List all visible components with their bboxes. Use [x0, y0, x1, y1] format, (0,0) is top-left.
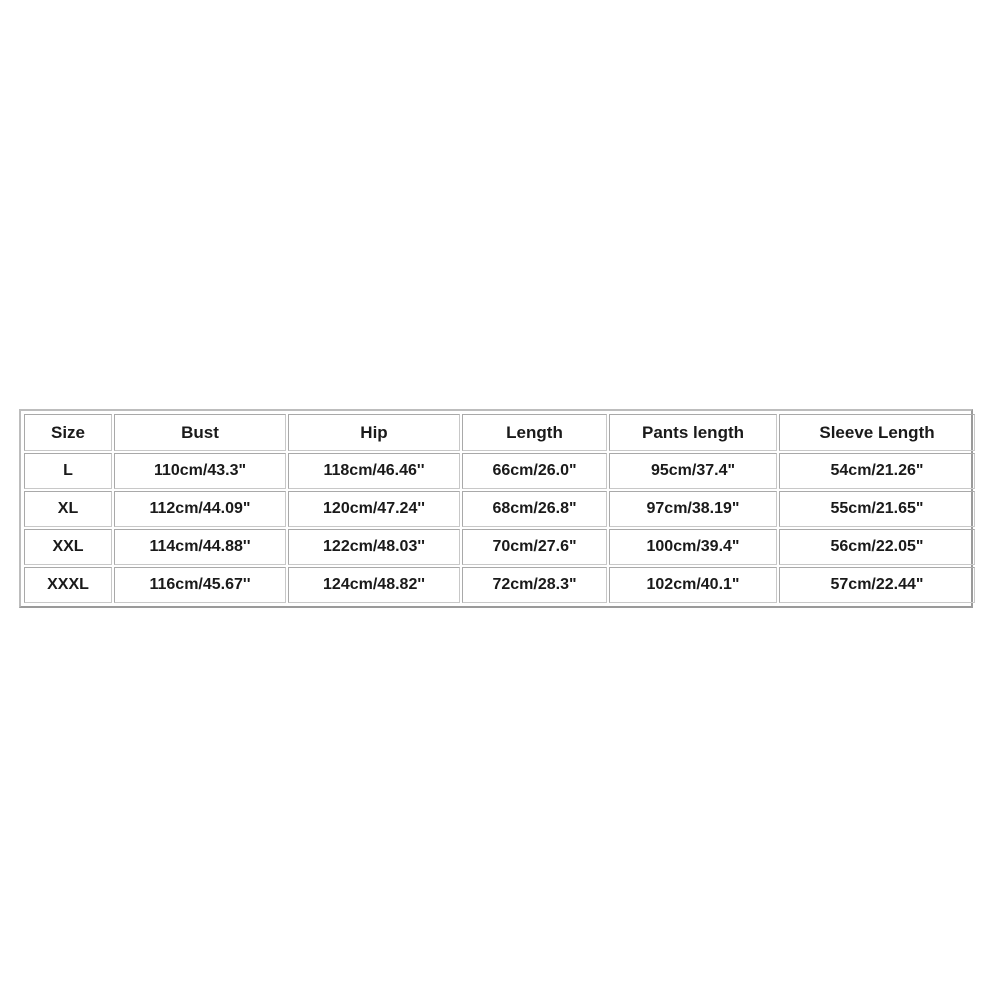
cell-length: 70cm/27.6": [462, 529, 607, 565]
cell-bust: 112cm/44.09": [114, 491, 286, 527]
cell-length: 72cm/28.3": [462, 567, 607, 603]
header-length: Length: [462, 414, 607, 451]
cell-hip: 122cm/48.03'': [288, 529, 460, 565]
table-row: XL 112cm/44.09" 120cm/47.24'' 68cm/26.8"…: [24, 491, 975, 527]
cell-bust: 114cm/44.88'': [114, 529, 286, 565]
header-sleeve-length: Sleeve Length: [779, 414, 975, 451]
cell-sleeve-length: 55cm/21.65": [779, 491, 975, 527]
cell-pants-length: 97cm/38.19": [609, 491, 777, 527]
cell-sleeve-length: 57cm/22.44": [779, 567, 975, 603]
cell-hip: 118cm/46.46'': [288, 453, 460, 489]
table-row: L 110cm/43.3" 118cm/46.46'' 66cm/26.0" 9…: [24, 453, 975, 489]
cell-length: 66cm/26.0": [462, 453, 607, 489]
cell-size: XXL: [24, 529, 112, 565]
cell-bust: 110cm/43.3": [114, 453, 286, 489]
header-bust: Bust: [114, 414, 286, 451]
cell-hip: 124cm/48.82'': [288, 567, 460, 603]
header-row: Size Bust Hip Length Pants length Sleeve…: [24, 414, 975, 451]
header-pants-length: Pants length: [609, 414, 777, 451]
size-chart-container: Size Bust Hip Length Pants length Sleeve…: [19, 409, 975, 608]
cell-sleeve-length: 56cm/22.05": [779, 529, 975, 565]
cell-hip: 120cm/47.24'': [288, 491, 460, 527]
cell-size: L: [24, 453, 112, 489]
cell-size: XL: [24, 491, 112, 527]
cell-pants-length: 100cm/39.4": [609, 529, 777, 565]
header-size: Size: [24, 414, 112, 451]
cell-length: 68cm/26.8": [462, 491, 607, 527]
cell-size: XXXL: [24, 567, 112, 603]
size-chart-table: Size Bust Hip Length Pants length Sleeve…: [22, 412, 977, 605]
cell-bust: 116cm/45.67'': [114, 567, 286, 603]
table-row: XXL 114cm/44.88'' 122cm/48.03'' 70cm/27.…: [24, 529, 975, 565]
cell-sleeve-length: 54cm/21.26": [779, 453, 975, 489]
table-row: XXXL 116cm/45.67'' 124cm/48.82'' 72cm/28…: [24, 567, 975, 603]
cell-pants-length: 95cm/37.4": [609, 453, 777, 489]
header-hip: Hip: [288, 414, 460, 451]
cell-pants-length: 102cm/40.1": [609, 567, 777, 603]
